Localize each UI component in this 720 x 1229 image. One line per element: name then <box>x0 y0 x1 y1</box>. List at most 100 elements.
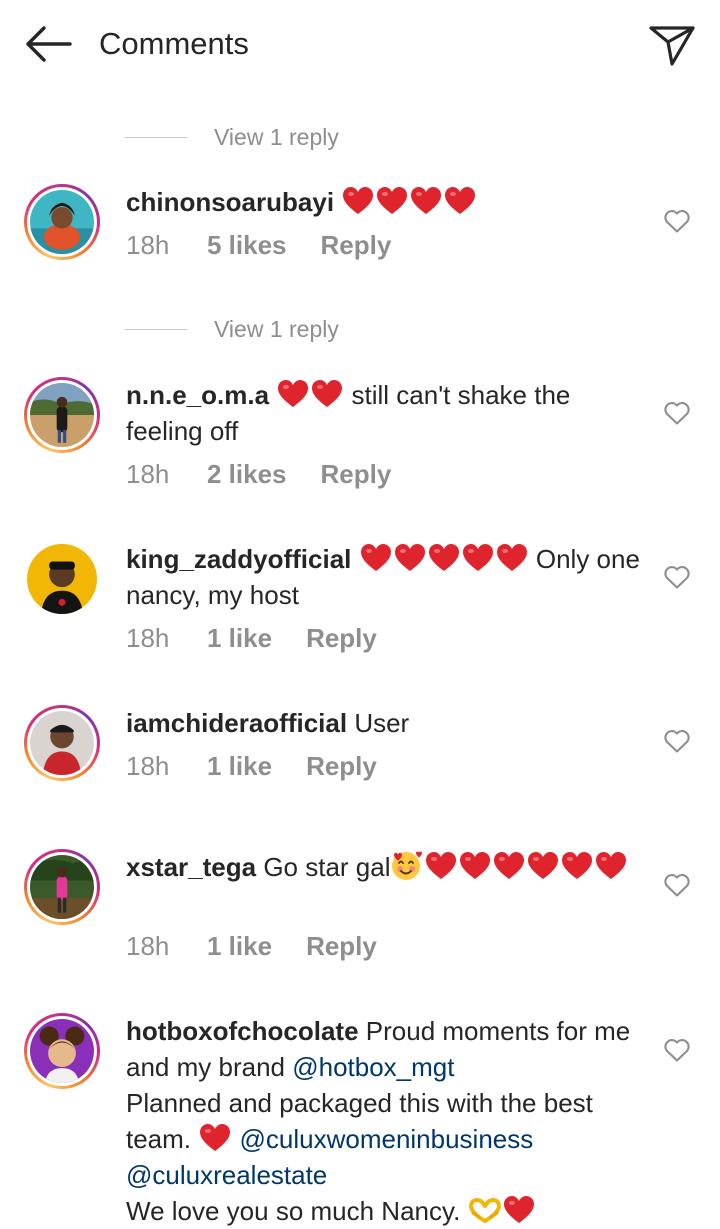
heart-emojis <box>502 1196 536 1226</box>
red-heart-emoji <box>393 542 427 573</box>
avatar[interactable] <box>24 377 100 453</box>
likes-count[interactable]: 2 likes <box>207 459 287 490</box>
profile-photo <box>27 544 97 614</box>
view-replies-button[interactable]: View 1 reply <box>124 122 339 152</box>
header-bar: Comments <box>0 0 720 88</box>
heart-emojis <box>341 187 477 217</box>
comment-username[interactable]: king_zaddyofficial <box>126 544 351 574</box>
comment-username[interactable]: n.n.e_o.m.a <box>126 380 269 410</box>
red-heart-emoji <box>461 542 495 573</box>
comment-text: chinonsoarubayi <box>126 184 646 220</box>
likes-count[interactable]: 5 likes <box>207 230 287 261</box>
comment-message: We love you so much Nancy. <box>126 1196 461 1226</box>
red-heart-emoji <box>560 850 594 881</box>
heart-outline-icon <box>664 874 690 897</box>
view-replies-label: View 1 reply <box>214 123 339 150</box>
reply-button[interactable]: Reply <box>306 751 377 782</box>
likes-count[interactable]: 1 like <box>207 623 272 654</box>
profile-photo <box>30 1019 94 1083</box>
page-title: Comments <box>99 26 249 61</box>
heart-emojis <box>276 380 344 410</box>
heart-outline-icon <box>664 210 690 233</box>
heart-outline-icon <box>664 402 690 425</box>
comment-time: 18h <box>126 751 170 781</box>
view-replies-button[interactable]: View 1 reply <box>124 314 339 344</box>
red-heart-emoji <box>375 185 409 216</box>
red-heart-emoji <box>594 850 628 881</box>
red-heart-emoji <box>310 378 344 409</box>
profile-photo <box>30 855 94 919</box>
red-heart-emoji <box>198 1122 232 1153</box>
heart-hands-emoji <box>468 1197 502 1225</box>
comment-meta: 18h 2 likes Reply <box>126 459 391 490</box>
like-button[interactable] <box>663 564 691 590</box>
likes-count[interactable]: 1 like <box>207 931 272 962</box>
avatar[interactable] <box>24 705 100 781</box>
back-button[interactable] <box>22 22 74 66</box>
arrow-left-icon <box>26 26 72 62</box>
avatar[interactable] <box>24 1013 100 1089</box>
comment-username[interactable]: xstar_tega <box>126 852 256 882</box>
like-button[interactable] <box>663 1037 691 1063</box>
like-button[interactable] <box>663 400 691 426</box>
view-replies-label: View 1 reply <box>214 315 339 342</box>
comment-text: xstar_tega Go star gal <box>126 849 646 885</box>
share-button[interactable] <box>646 20 698 68</box>
red-heart-emoji <box>427 542 461 573</box>
paper-plane-icon <box>649 26 695 66</box>
likes-count[interactable]: 1 like <box>207 751 272 782</box>
avatar[interactable] <box>24 184 100 260</box>
comment-text: hotboxofchocolate Proud moments for me a… <box>126 1013 646 1229</box>
comment-time: 18h <box>126 623 170 653</box>
reply-button[interactable]: Reply <box>306 623 377 654</box>
red-heart-emoji <box>502 1194 536 1225</box>
red-heart-emoji <box>458 850 492 881</box>
divider-line <box>124 328 188 330</box>
red-heart-emoji <box>409 185 443 216</box>
comment-text: iamchideraofficial User <box>126 705 646 741</box>
reply-button[interactable]: Reply <box>321 230 392 261</box>
comment-meta: 18h 1 like Reply <box>126 931 377 962</box>
comment-time: 18h <box>126 230 170 260</box>
avatar[interactable] <box>27 544 97 614</box>
comment-meta: 18h 5 likes Reply <box>126 230 391 261</box>
red-heart-emoji <box>526 850 560 881</box>
heart-emojis <box>359 544 529 574</box>
like-button[interactable] <box>663 208 691 234</box>
red-heart-emoji <box>341 185 375 216</box>
divider-line <box>124 136 188 138</box>
comment-username[interactable]: hotboxofchocolate <box>126 1016 359 1046</box>
heart-outline-icon <box>664 566 690 589</box>
like-button[interactable] <box>663 728 691 754</box>
comment-message: User <box>354 708 410 738</box>
mention-link[interactable]: @culuxrealestate <box>126 1160 327 1190</box>
heart-outline-icon <box>664 1039 690 1062</box>
profile-photo <box>30 190 94 254</box>
like-button[interactable] <box>663 872 691 898</box>
red-heart-emoji <box>443 185 477 216</box>
avatar[interactable] <box>24 849 100 925</box>
mention-link[interactable]: @hotbox_mgt <box>292 1052 454 1082</box>
smiling-face-with-hearts-emoji <box>390 849 424 881</box>
red-heart-emoji <box>359 542 393 573</box>
heart-outline-icon <box>664 730 690 753</box>
comment-message: Go star gal <box>263 852 391 882</box>
heart-emojis <box>424 852 628 882</box>
profile-photo <box>30 711 94 775</box>
reply-button[interactable]: Reply <box>306 931 377 962</box>
comment-text: king_zaddyofficial Only one nancy, my ho… <box>126 541 646 613</box>
red-heart-emoji <box>495 542 529 573</box>
red-heart-emoji <box>424 850 458 881</box>
comment-time: 18h <box>126 931 170 961</box>
comment-meta: 18h 1 like Reply <box>126 623 377 654</box>
mention-link[interactable]: @culuxwomeninbusiness <box>240 1124 534 1154</box>
comment-meta: 18h 1 like Reply <box>126 751 377 782</box>
comment-time: 18h <box>126 459 170 489</box>
red-heart-emoji <box>276 378 310 409</box>
reply-button[interactable]: Reply <box>321 459 392 490</box>
comment-username[interactable]: iamchideraofficial <box>126 708 347 738</box>
comment-username[interactable]: chinonsoarubayi <box>126 187 334 217</box>
comment-text: n.n.e_o.m.a still can't shake the feelin… <box>126 377 646 449</box>
heart-emojis <box>198 1124 232 1154</box>
red-heart-emoji <box>492 850 526 881</box>
